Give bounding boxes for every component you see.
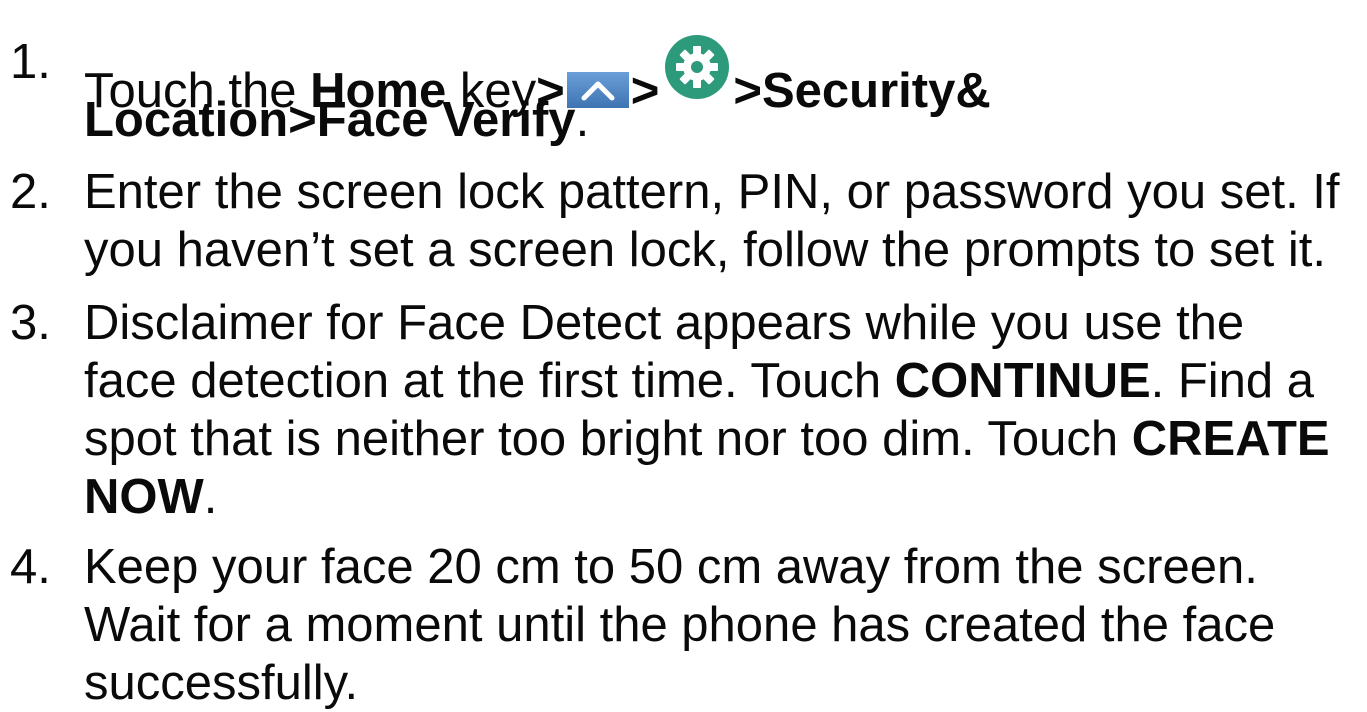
separator: > <box>630 64 660 118</box>
step-text: Keep your face 20 cm to 50 cm away from … <box>84 538 1367 712</box>
text-run: . <box>203 470 218 524</box>
settings-gear-icon <box>665 35 730 99</box>
text-run: . <box>575 93 590 147</box>
text-run: . Find a <box>1150 354 1315 408</box>
step-line: Keep your face 20 cm to 50 cm away from … <box>84 540 1258 594</box>
step-number: 4. <box>10 540 51 594</box>
text-run: face detection at the first time. Touch <box>84 354 895 408</box>
step-line: Disclaimer for Face Detect appears while… <box>84 296 1245 350</box>
now-label: NOW <box>84 470 204 524</box>
step-text: Touch the Home key> > >Security& Location>… <box>84 33 1367 149</box>
step-line: NOW. <box>84 468 1367 526</box>
continue-label: CONTINUE <box>894 354 1151 408</box>
step-text: Enter the screen lock pattern, PIN, or p… <box>84 163 1367 279</box>
step-number: 2. <box>10 165 51 219</box>
face-verify-path-label: Location>Face Verify <box>84 93 576 147</box>
step-number: 3. <box>10 296 51 350</box>
text-run: spot that is neither too bright nor too … <box>84 412 1132 466</box>
create-label: CREATE <box>1131 412 1330 466</box>
step-line: you haven’t set a screen lock, follow th… <box>84 223 1326 277</box>
step-line: successfully. <box>84 656 359 710</box>
step-number: 1. <box>10 35 51 89</box>
step-line: face detection at the first time. Touch … <box>84 352 1367 410</box>
step-line: Enter the screen lock pattern, PIN, or p… <box>84 165 1340 219</box>
security-location-label: >Security& <box>733 64 991 118</box>
step-text: Disclaimer for Face Detect appears while… <box>84 294 1367 526</box>
step-line: Wait for a moment until the phone has cr… <box>84 598 1276 652</box>
step-line: spot that is neither too bright nor too … <box>84 410 1367 468</box>
step-line: Touch the Home key> > >Security& <box>84 33 1367 118</box>
